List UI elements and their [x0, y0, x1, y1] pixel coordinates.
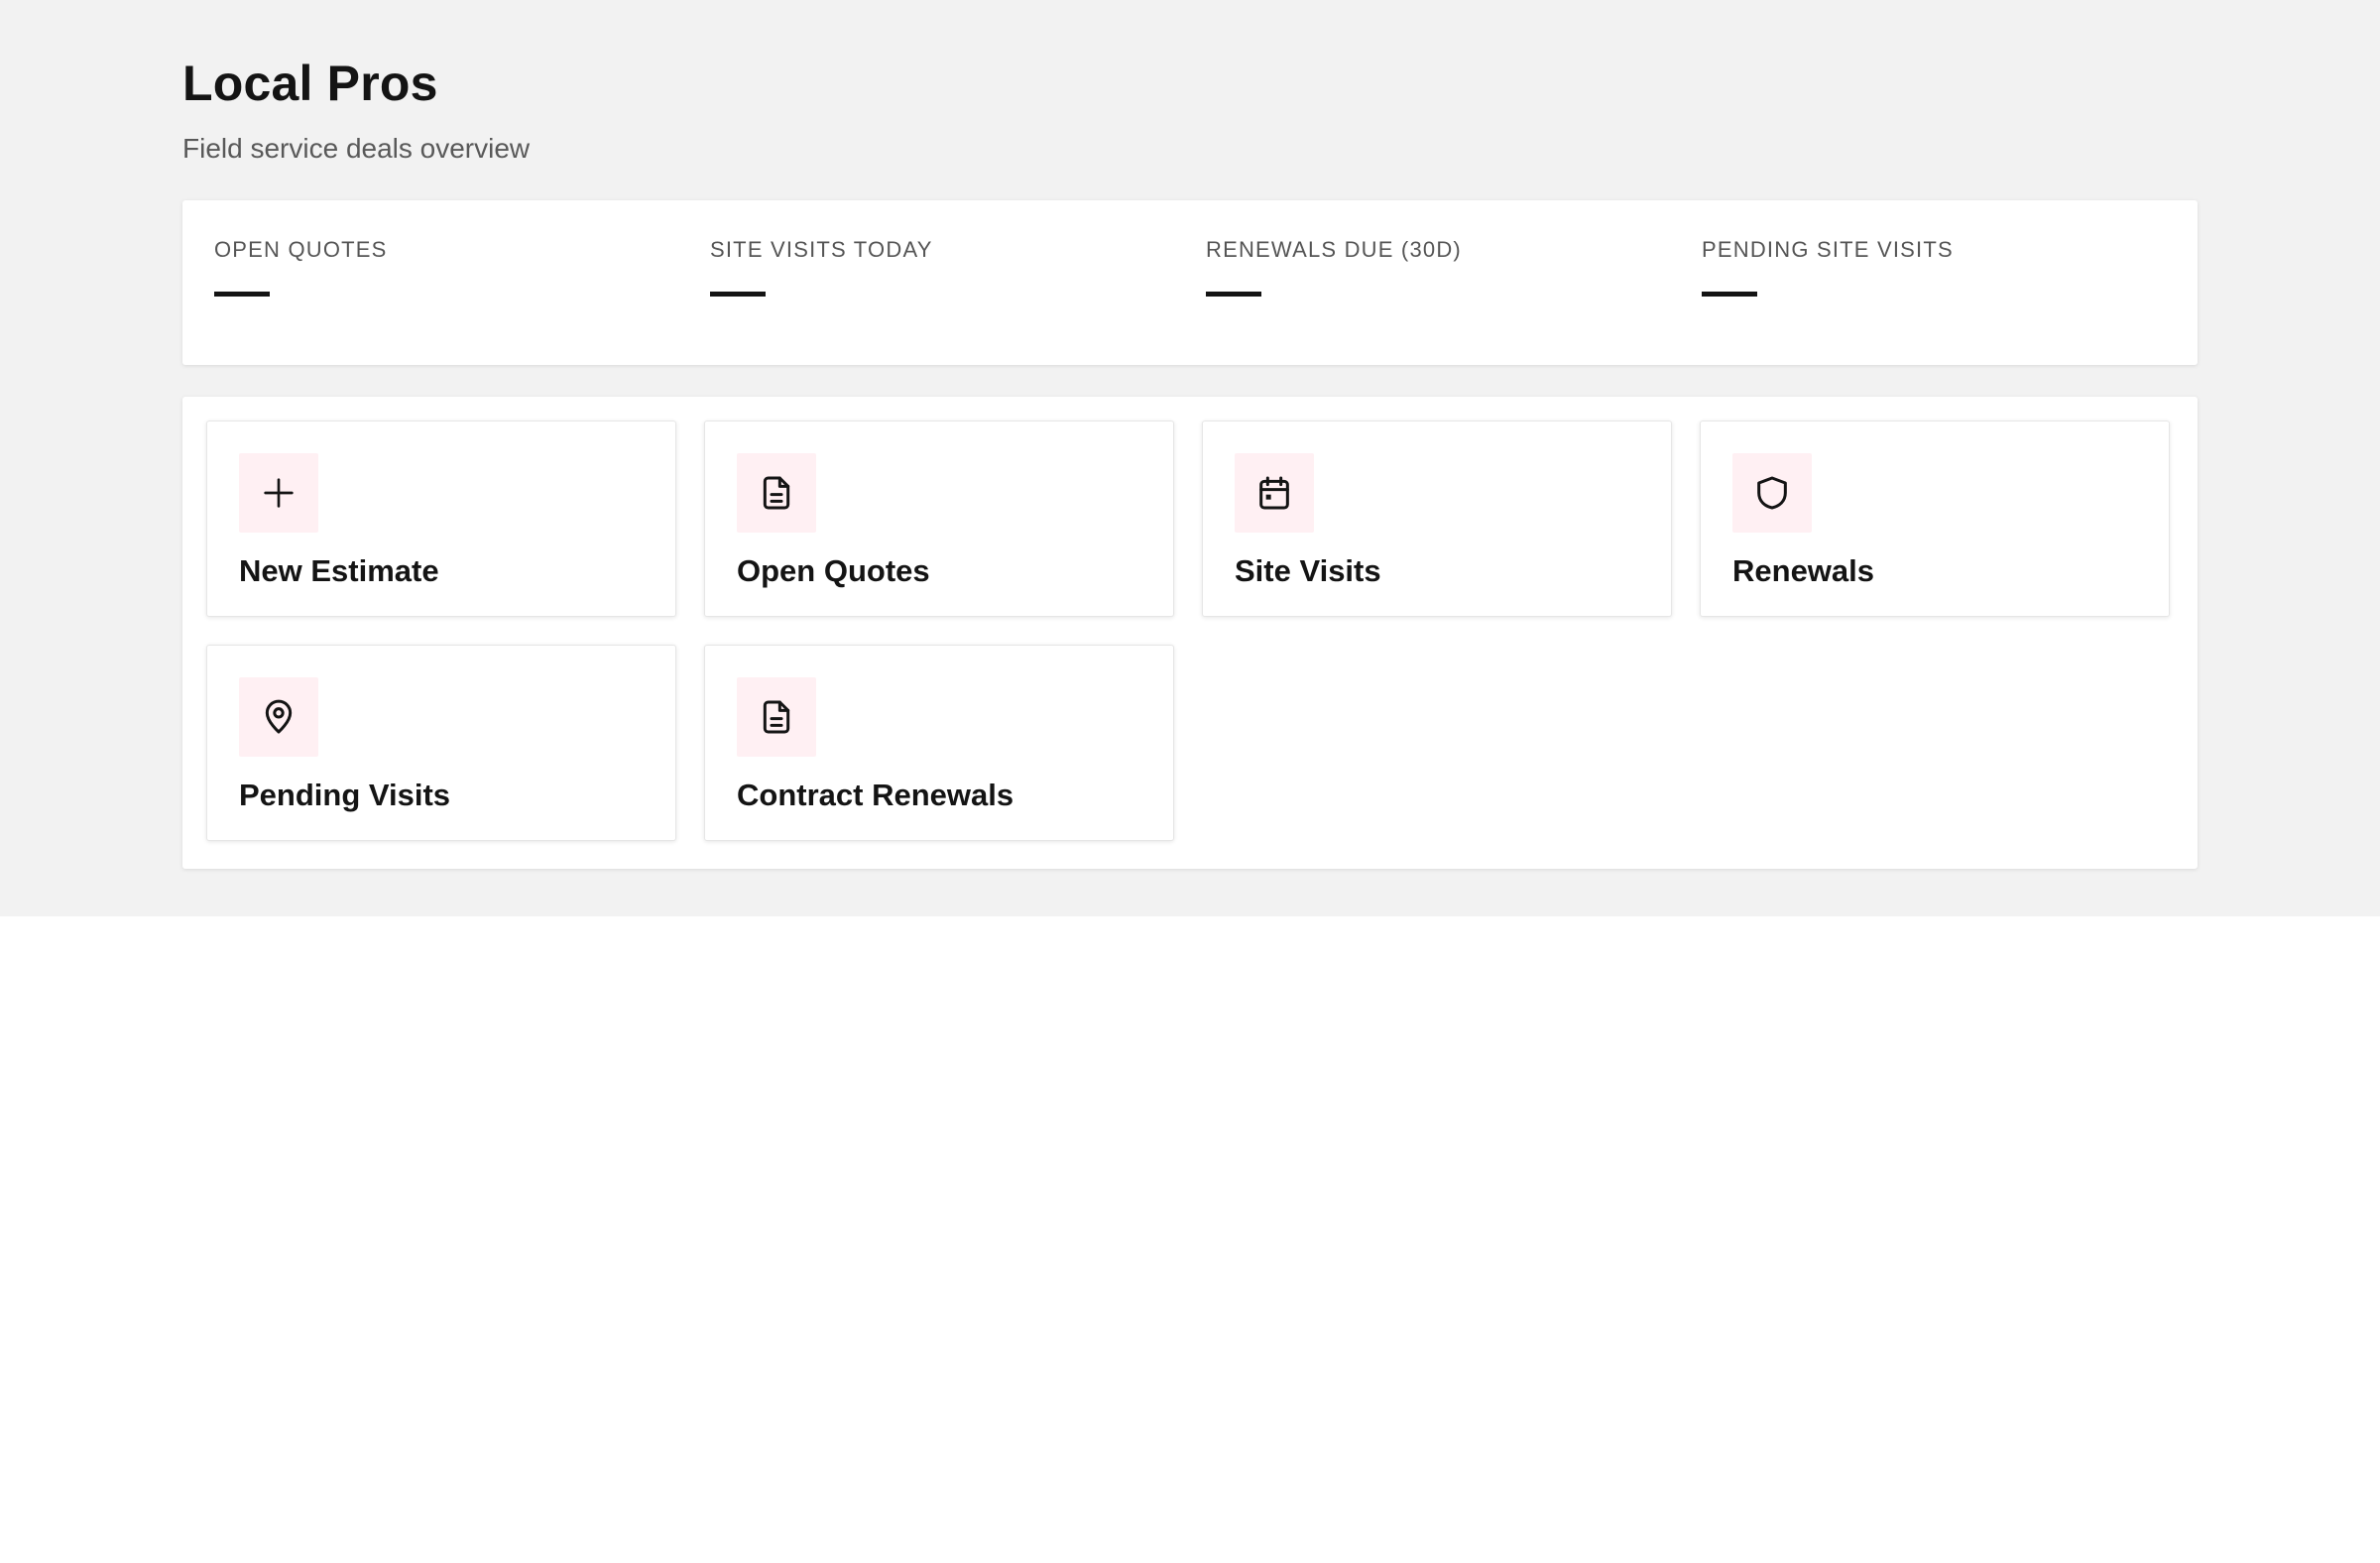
site-visits-tile[interactable]: Site Visits — [1202, 421, 1672, 617]
stats-card: OPEN QUOTES — SITE VISITS TODAY — RENEWA… — [182, 200, 2198, 365]
plus-icon — [239, 453, 318, 533]
tile-label: Contract Renewals — [737, 778, 1014, 812]
tile-label: New Estimate — [239, 553, 439, 588]
quick-actions-card: New Estimate Open Quotes Site Visits Ren… — [182, 397, 2198, 869]
document-icon — [737, 677, 816, 757]
tile-label: Site Visits — [1235, 553, 1381, 588]
stat-label: OPEN QUOTES — [214, 237, 388, 262]
stat-value: — — [214, 292, 270, 297]
document-icon — [737, 453, 816, 533]
page-header-region: Local Pros Field service deals overview … — [0, 0, 2380, 916]
open-quotes-tile[interactable]: Open Quotes — [704, 421, 1174, 617]
renewals-tile[interactable]: Renewals — [1700, 421, 2170, 617]
stat-label: RENEWALS DUE (30D) — [1206, 237, 1462, 262]
stat-value: — — [1206, 292, 1261, 297]
tile-label: Open Quotes — [737, 553, 930, 588]
pending-visits-tile[interactable]: Pending Visits — [206, 645, 676, 841]
stat-site-visits-today: SITE VISITS TODAY — — [710, 200, 1206, 365]
contract-renewals-tile[interactable]: Contract Renewals — [704, 645, 1174, 841]
stat-label: SITE VISITS TODAY — [710, 237, 933, 262]
stat-renewals-due: RENEWALS DUE (30D) — — [1206, 200, 1702, 365]
new-estimate-tile[interactable]: New Estimate — [206, 421, 676, 617]
stat-label: PENDING SITE VISITS — [1702, 237, 1954, 262]
page-title: Local Pros — [182, 56, 438, 111]
stat-value: — — [710, 292, 766, 297]
stat-open-quotes: OPEN QUOTES — — [214, 200, 710, 365]
tile-label: Renewals — [1732, 553, 1875, 588]
page-subtitle: Field service deals overview — [182, 133, 531, 164]
tile-label: Pending Visits — [239, 778, 451, 812]
calendar-icon — [1235, 453, 1314, 533]
map-pin-icon — [239, 677, 318, 757]
shield-icon — [1732, 453, 1812, 533]
stat-value: — — [1702, 292, 1757, 297]
stat-pending-site-visits: PENDING SITE VISITS — — [1702, 200, 2198, 365]
